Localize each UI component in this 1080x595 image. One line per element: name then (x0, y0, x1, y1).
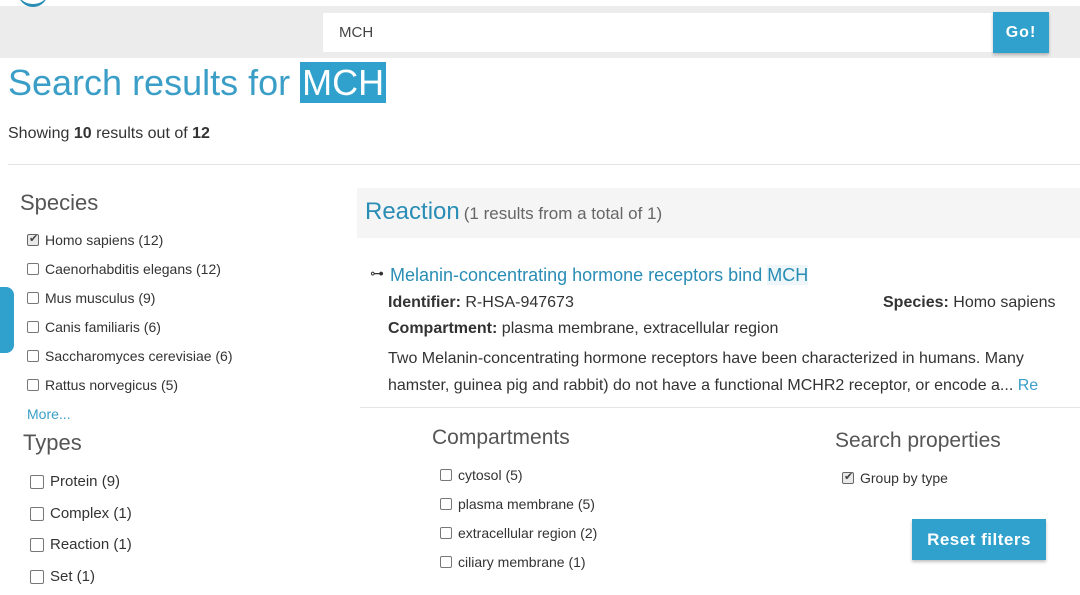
checkbox[interactable] (27, 292, 39, 304)
compartment-filter-extracellular-region[interactable]: extracellular region (2) (440, 525, 597, 541)
species-label: Species: (883, 294, 949, 311)
reaction-section-title: Reaction (1 results from a total of 1) (365, 198, 662, 226)
header-top-strip (0, 0, 1080, 6)
read-more-link[interactable]: Re (1018, 377, 1038, 394)
summary-count: 10 (73, 125, 92, 142)
identifier-value: R-HSA-947673 (465, 294, 574, 311)
filter-label: Complex (1) (50, 505, 132, 522)
checkbox[interactable] (440, 527, 452, 539)
description-line-2-text: hamster, guinea pig and rabbit) do not h… (388, 377, 1014, 394)
summary-showing: Showing (8, 125, 74, 142)
type-filter-set[interactable]: Set (1) (30, 568, 95, 585)
result-compartment: Compartment: plasma membrane, extracellu… (388, 320, 778, 338)
result-divider (360, 407, 1080, 408)
species-filter-rattus-norvegicus[interactable]: Rattus norvegicus (5) (27, 377, 178, 393)
section-title-text: Reaction (365, 198, 460, 225)
description-line-2: hamster, guinea pig and rabbit) do not h… (388, 372, 1080, 399)
summary-middle: results out of (91, 125, 193, 142)
species-filter-caenorhabditis-elegans[interactable]: Caenorhabditis elegans (12) (27, 261, 221, 277)
result-identifier: Identifier: R-HSA-947673 (388, 294, 574, 312)
checkbox-checked[interactable] (27, 232, 39, 246)
type-filter-complex[interactable]: Complex (1) (30, 505, 132, 522)
filter-label: Protein (9) (50, 473, 121, 490)
checkbox[interactable] (440, 556, 452, 568)
identifier-label: Identifier: (388, 294, 461, 311)
species-value: Homo sapiens (953, 294, 1056, 311)
checkbox[interactable] (27, 350, 39, 362)
compartment-filter-plasma-membrane[interactable]: plasma membrane (5) (440, 496, 595, 512)
reaction-icon: ⊶ (370, 266, 384, 282)
species-filter-homo-sapiens[interactable]: Homo sapiens (12) (27, 232, 163, 248)
type-filter-reaction[interactable]: Reaction (1) (30, 536, 132, 553)
filter-label: Saccharomyces cerevisiae (6) (45, 348, 233, 364)
compartment-value: plasma membrane, extracellular region (501, 320, 779, 337)
description-line-1: Two Melanin-concentrating hormone recept… (388, 350, 1024, 367)
section-subtitle: (1 results from a total of 1) (463, 204, 663, 223)
summary-total: 12 (192, 125, 210, 142)
result-title-match[interactable]: MCH (767, 265, 809, 285)
page-title-prefix: Search results for (8, 62, 301, 103)
filter-label: Reaction (1) (50, 536, 132, 553)
filter-label: Caenorhabditis elegans (12) (45, 261, 221, 277)
results-summary: Showing 10 results out of 12 (8, 125, 210, 143)
species-more-link[interactable]: More... (27, 406, 71, 422)
page-title: Search results for MCH (8, 62, 387, 104)
checkbox[interactable] (27, 321, 39, 333)
species-filter-canis-familiaris[interactable]: Canis familiaris (6) (27, 319, 161, 335)
checkbox[interactable] (30, 506, 44, 521)
checkbox[interactable] (440, 469, 452, 481)
filter-label: plasma membrane (5) (458, 496, 595, 512)
checkbox[interactable] (27, 263, 39, 275)
search-properties-title: Search properties (835, 429, 1001, 452)
filter-label: ciliary membrane (1) (458, 554, 586, 570)
result-title-link[interactable]: Melanin-concentrating hormone receptors … (390, 265, 809, 286)
result-species: Species: Homo sapiens (883, 294, 1056, 312)
side-panel-toggle[interactable] (0, 287, 14, 353)
compartment-filter-cytosol[interactable]: cytosol (5) (440, 467, 523, 483)
checkbox[interactable] (30, 537, 44, 552)
result-description: Two Melanin-concentrating hormone recept… (388, 345, 1080, 399)
search-input[interactable] (323, 13, 993, 52)
compartments-facet-title: Compartments (432, 426, 570, 449)
header-bar: Go! (0, 0, 1080, 58)
filter-label: Rattus norvegicus (5) (45, 377, 179, 393)
filter-label: Homo sapiens (12) (45, 232, 164, 248)
checkbox[interactable] (30, 474, 44, 489)
checkbox[interactable] (30, 569, 44, 584)
filter-label: Set (1) (50, 568, 96, 585)
species-filter-mus-musculus[interactable]: Mus musculus (9) (27, 290, 155, 306)
go-button[interactable]: Go! (993, 12, 1049, 53)
species-filter-saccharomyces-cerevisiae[interactable]: Saccharomyces cerevisiae (6) (27, 348, 233, 364)
types-facet-title: Types (23, 430, 82, 455)
page-title-highlight: MCH (300, 62, 387, 103)
header-divider (8, 164, 1080, 165)
reset-filters-button[interactable]: Reset filters (912, 519, 1046, 560)
filter-label: Mus musculus (9) (45, 290, 156, 306)
checkbox-checked[interactable] (842, 470, 854, 484)
type-filter-protein[interactable]: Protein (9) (30, 473, 120, 490)
checkbox[interactable] (27, 379, 39, 391)
checkbox[interactable] (440, 498, 452, 510)
filter-label: cytosol (5) (458, 467, 523, 483)
filter-label: Canis familiaris (6) (45, 319, 161, 335)
group-by-type-label: Group by type (860, 470, 948, 486)
result-title-prefix[interactable]: Melanin-concentrating hormone receptors … (390, 265, 767, 285)
compartment-label: Compartment: (388, 320, 498, 337)
compartment-filter-ciliary-membrane[interactable]: ciliary membrane (1) (440, 554, 586, 570)
group-by-type-option[interactable]: Group by type (842, 470, 948, 486)
species-facet-title: Species (20, 190, 99, 215)
filter-label: extracellular region (2) (458, 525, 598, 541)
